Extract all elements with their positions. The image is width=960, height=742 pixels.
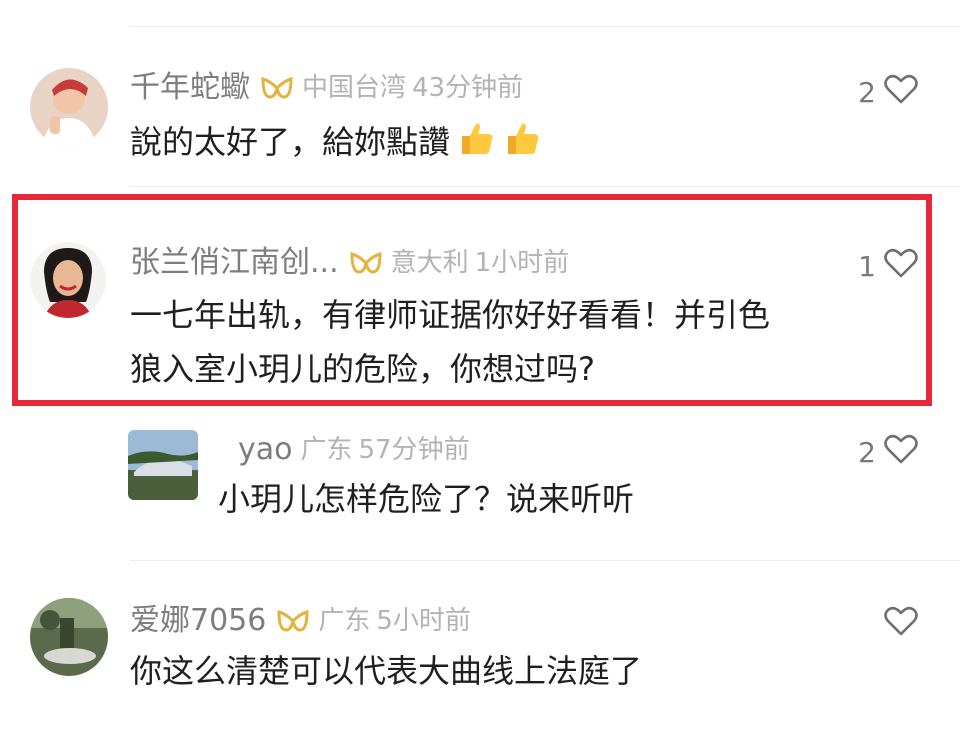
like-button[interactable]: 1 — [858, 248, 918, 285]
like-count: 2 — [858, 76, 876, 109]
comment-meta: 千年蛇蠍 中国台湾 43分钟前 — [130, 70, 523, 106]
avatar[interactable] — [30, 68, 108, 146]
timestamp: 43分钟前 — [412, 73, 524, 103]
username[interactable]: 爱娜7056 — [130, 603, 266, 639]
comment-meta: 爱娜7056 广东 5小时前 — [130, 603, 471, 639]
username[interactable]: 千年蛇蠍 — [130, 70, 250, 106]
fan-badge-icon — [260, 75, 294, 101]
location: 广东 — [318, 606, 371, 636]
heart-outline-icon — [884, 606, 918, 643]
thumbs-up-icon — [456, 118, 496, 170]
comment-meta: yao 广东 57分钟前 — [238, 432, 470, 468]
thumbs-up-icon — [502, 118, 542, 170]
comment-meta: 张兰俏江南创... 意大利 1小时前 — [130, 245, 569, 281]
comment-text: 你这么清楚可以代表大曲线上法庭了 — [130, 652, 643, 690]
comment-text: 小玥儿怎样危险了？说来听听 — [218, 480, 635, 518]
location: 意大利 — [390, 248, 469, 278]
comment-text: 說的太好了，給妳點讚 — [130, 118, 542, 170]
heart-outline-icon — [884, 434, 918, 471]
username[interactable]: yao — [238, 432, 293, 468]
heart-outline-icon — [884, 74, 918, 111]
avatar[interactable] — [30, 598, 108, 676]
divider — [130, 186, 960, 187]
timestamp: 57分钟前 — [358, 435, 470, 465]
location: 中国台湾 — [302, 73, 407, 103]
username[interactable]: 张兰俏江南创... — [130, 245, 339, 281]
avatar[interactable] — [128, 430, 198, 500]
like-count: 2 — [858, 436, 876, 469]
like-count: 1 — [858, 250, 876, 283]
like-button[interactable]: 2 — [858, 434, 918, 471]
timestamp: 1小时前 — [474, 248, 570, 278]
comment-text-line-2: 狼入室小玥儿的危险，你想过吗? — [130, 350, 595, 388]
like-button[interactable] — [876, 606, 918, 643]
like-button[interactable]: 2 — [858, 74, 918, 111]
heart-outline-icon — [884, 248, 918, 285]
comment-text-content: 說的太好了，給妳點讚 — [130, 123, 451, 161]
timestamp: 5小时前 — [376, 606, 471, 636]
avatar[interactable] — [30, 242, 106, 318]
fan-badge-icon — [276, 608, 310, 634]
divider — [130, 560, 960, 561]
location: 广东 — [300, 435, 353, 465]
fan-badge-icon — [349, 250, 383, 276]
comment-text-line-1: 一七年出轨，有律师证据你好好看看！并引色 — [130, 296, 771, 334]
top-divider — [130, 26, 960, 27]
